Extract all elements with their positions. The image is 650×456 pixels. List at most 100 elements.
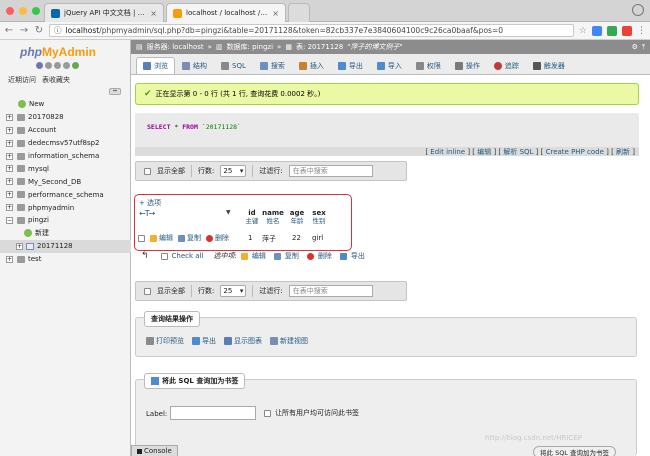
favorites-link[interactable]: 表收藏夹	[42, 75, 70, 85]
breadcrumb-server[interactable]: 服务器: localhost	[147, 42, 204, 52]
filter-rows-input[interactable]: 在表中搜索	[288, 165, 373, 177]
breadcrumb-table[interactable]: 表: 20171128	[296, 42, 343, 52]
check-all-label[interactable]: Check all	[172, 252, 204, 260]
bulk-copy-button[interactable]: 复制	[285, 251, 299, 261]
extension-icon[interactable]	[607, 25, 617, 36]
show-all-checkbox[interactable]	[144, 287, 151, 295]
display-chart-link[interactable]: 显示图表	[224, 336, 262, 346]
tree-item-table-20171128[interactable]: + 20171128	[0, 239, 131, 253]
new-tab-button[interactable]	[288, 3, 310, 22]
refresh-link[interactable]: 刷新	[616, 148, 630, 156]
recent-link[interactable]: 近期访问	[8, 75, 36, 85]
expand-icon[interactable]: +	[6, 165, 13, 173]
settings-icon[interactable]	[63, 62, 70, 69]
create-php-code-link[interactable]: Create PHP code	[546, 148, 604, 156]
collapse-icon[interactable]: −	[6, 216, 13, 224]
bulk-delete-button[interactable]: 删除	[318, 251, 332, 261]
forward-icon[interactable]: →	[19, 25, 29, 36]
tree-item-performance-schema[interactable]: + performance_schema	[0, 188, 131, 201]
tab-privileges[interactable]: 权限	[409, 57, 448, 74]
options-link[interactable]: + 选项	[139, 198, 161, 208]
breadcrumb-database[interactable]: 数据库: pingzi	[227, 42, 273, 52]
export-link[interactable]: 导出	[192, 336, 216, 346]
bulk-export-button[interactable]: 导出	[351, 251, 365, 261]
expand-icon[interactable]: +	[6, 152, 13, 160]
tab-operations[interactable]: 操作	[448, 57, 487, 74]
expand-icon[interactable]: +	[6, 126, 13, 134]
tab-export[interactable]: 导出	[331, 57, 370, 74]
bookmark-label-input[interactable]	[170, 406, 256, 420]
edit-inline-link[interactable]: Edit inline	[430, 148, 465, 156]
page-info-icon[interactable]: ⓘ	[54, 25, 62, 36]
collapse-top-menu-icon[interactable]: ⤒	[642, 43, 645, 52]
column-header-sex[interactable]: sex 性别	[309, 209, 329, 225]
back-icon[interactable]: ←	[4, 25, 14, 36]
bulk-edit-button[interactable]: 编辑	[252, 251, 266, 261]
row-delete-button[interactable]: 删除	[206, 233, 229, 243]
reload-icon[interactable]: ↻	[34, 25, 44, 36]
print-view-link[interactable]: 打印预览	[146, 336, 184, 346]
expand-icon[interactable]: +	[6, 191, 13, 199]
browser-tab-jquery[interactable]: jQuery API 中文文档 | jQuery A ×	[44, 3, 164, 22]
tree-item-20170828[interactable]: + 20170828	[0, 111, 131, 124]
tree-item-pingzi[interactable]: − pingzi	[0, 214, 131, 227]
gear-icon[interactable]: ⚙	[632, 43, 638, 51]
tab-import[interactable]: 导入	[370, 57, 409, 74]
rows-select[interactable]: 25 ▾	[220, 285, 247, 297]
bookmark-submit-button[interactable]: 将此 SQL 查询加为书签	[533, 446, 616, 456]
collapse-all-icon[interactable]: ⇔	[109, 88, 121, 95]
expand-icon[interactable]: +	[6, 204, 13, 212]
tree-item-test[interactable]: + test	[0, 253, 131, 266]
maximize-window-icon[interactable]	[32, 7, 40, 15]
expand-icon[interactable]: +	[6, 139, 13, 147]
extension-icon[interactable]	[592, 25, 602, 36]
column-header-name[interactable]: name 姓名	[261, 209, 285, 225]
cell-name[interactable]: 萍子	[262, 234, 276, 244]
expand-icon[interactable]: +	[6, 178, 13, 186]
logout-icon[interactable]	[45, 62, 52, 69]
close-tab-icon[interactable]: ×	[272, 9, 279, 18]
tree-item-phpmyadmin[interactable]: + phpmyadmin	[0, 201, 131, 214]
sort-arrows-icon[interactable]: ←T→	[139, 209, 155, 218]
tree-item-my-second-db[interactable]: + My_Second_DB	[0, 175, 131, 188]
docs-icon[interactable]	[54, 62, 61, 69]
extension-icon[interactable]	[622, 25, 632, 36]
tab-browse[interactable]: 浏览	[136, 57, 175, 74]
minimize-window-icon[interactable]	[19, 7, 27, 15]
sql-query-text[interactable]: SELECT * FROM `20171128`	[147, 123, 241, 131]
edit-sql-link[interactable]: 编辑	[477, 148, 491, 156]
cell-sex[interactable]: girl	[312, 234, 323, 242]
tab-sql[interactable]: SQL	[214, 57, 253, 74]
row-edit-button[interactable]: 编辑	[150, 233, 173, 243]
bookmark-public-checkbox[interactable]	[264, 409, 271, 417]
bookmark-star-icon[interactable]: ☆	[579, 26, 587, 36]
tree-item-dedecms[interactable]: + dedecmsv57utf8sp2	[0, 137, 131, 150]
row-copy-button[interactable]: 复制	[178, 233, 201, 243]
show-all-checkbox[interactable]	[144, 167, 151, 175]
tab-tracking[interactable]: 追踪	[487, 57, 526, 74]
expand-icon[interactable]: +	[6, 255, 13, 263]
browser-menu-icon[interactable]: ⋮	[637, 26, 646, 36]
reload-nav-icon[interactable]	[72, 62, 79, 69]
create-view-link[interactable]: 新建视图	[270, 336, 308, 346]
row-checkbox[interactable]	[138, 234, 145, 242]
browser-tab-phpmyadmin[interactable]: localhost / localhost / pingzi / 2 ×	[166, 3, 286, 22]
expand-icon[interactable]: +	[16, 242, 23, 250]
cell-id[interactable]: 1	[248, 234, 252, 242]
close-window-icon[interactable]	[6, 7, 14, 15]
tree-item-new-table[interactable]: 新建	[0, 227, 131, 240]
filter-rows-input[interactable]: 在表中搜索	[288, 285, 373, 297]
tree-item-account[interactable]: + Account	[0, 124, 131, 137]
address-bar[interactable]: ⓘ localhost/phpmyadmin/sql.php?db=pingzi…	[49, 24, 574, 37]
tab-triggers[interactable]: 触发器	[526, 57, 572, 74]
close-tab-icon[interactable]: ×	[150, 9, 157, 18]
tree-item-information-schema[interactable]: + information_schema	[0, 150, 131, 163]
rows-select[interactable]: 25 ▾	[220, 165, 247, 177]
column-visibility-dropdown-icon[interactable]: ▼	[226, 209, 231, 216]
check-all-checkbox[interactable]	[160, 252, 168, 260]
column-header-age[interactable]: age 年龄	[287, 209, 307, 225]
tree-item-mysql[interactable]: + mysql	[0, 162, 131, 175]
tree-item-new[interactable]: New	[0, 98, 131, 111]
home-icon[interactable]	[36, 62, 43, 69]
console-toggle[interactable]: Console	[131, 445, 178, 456]
